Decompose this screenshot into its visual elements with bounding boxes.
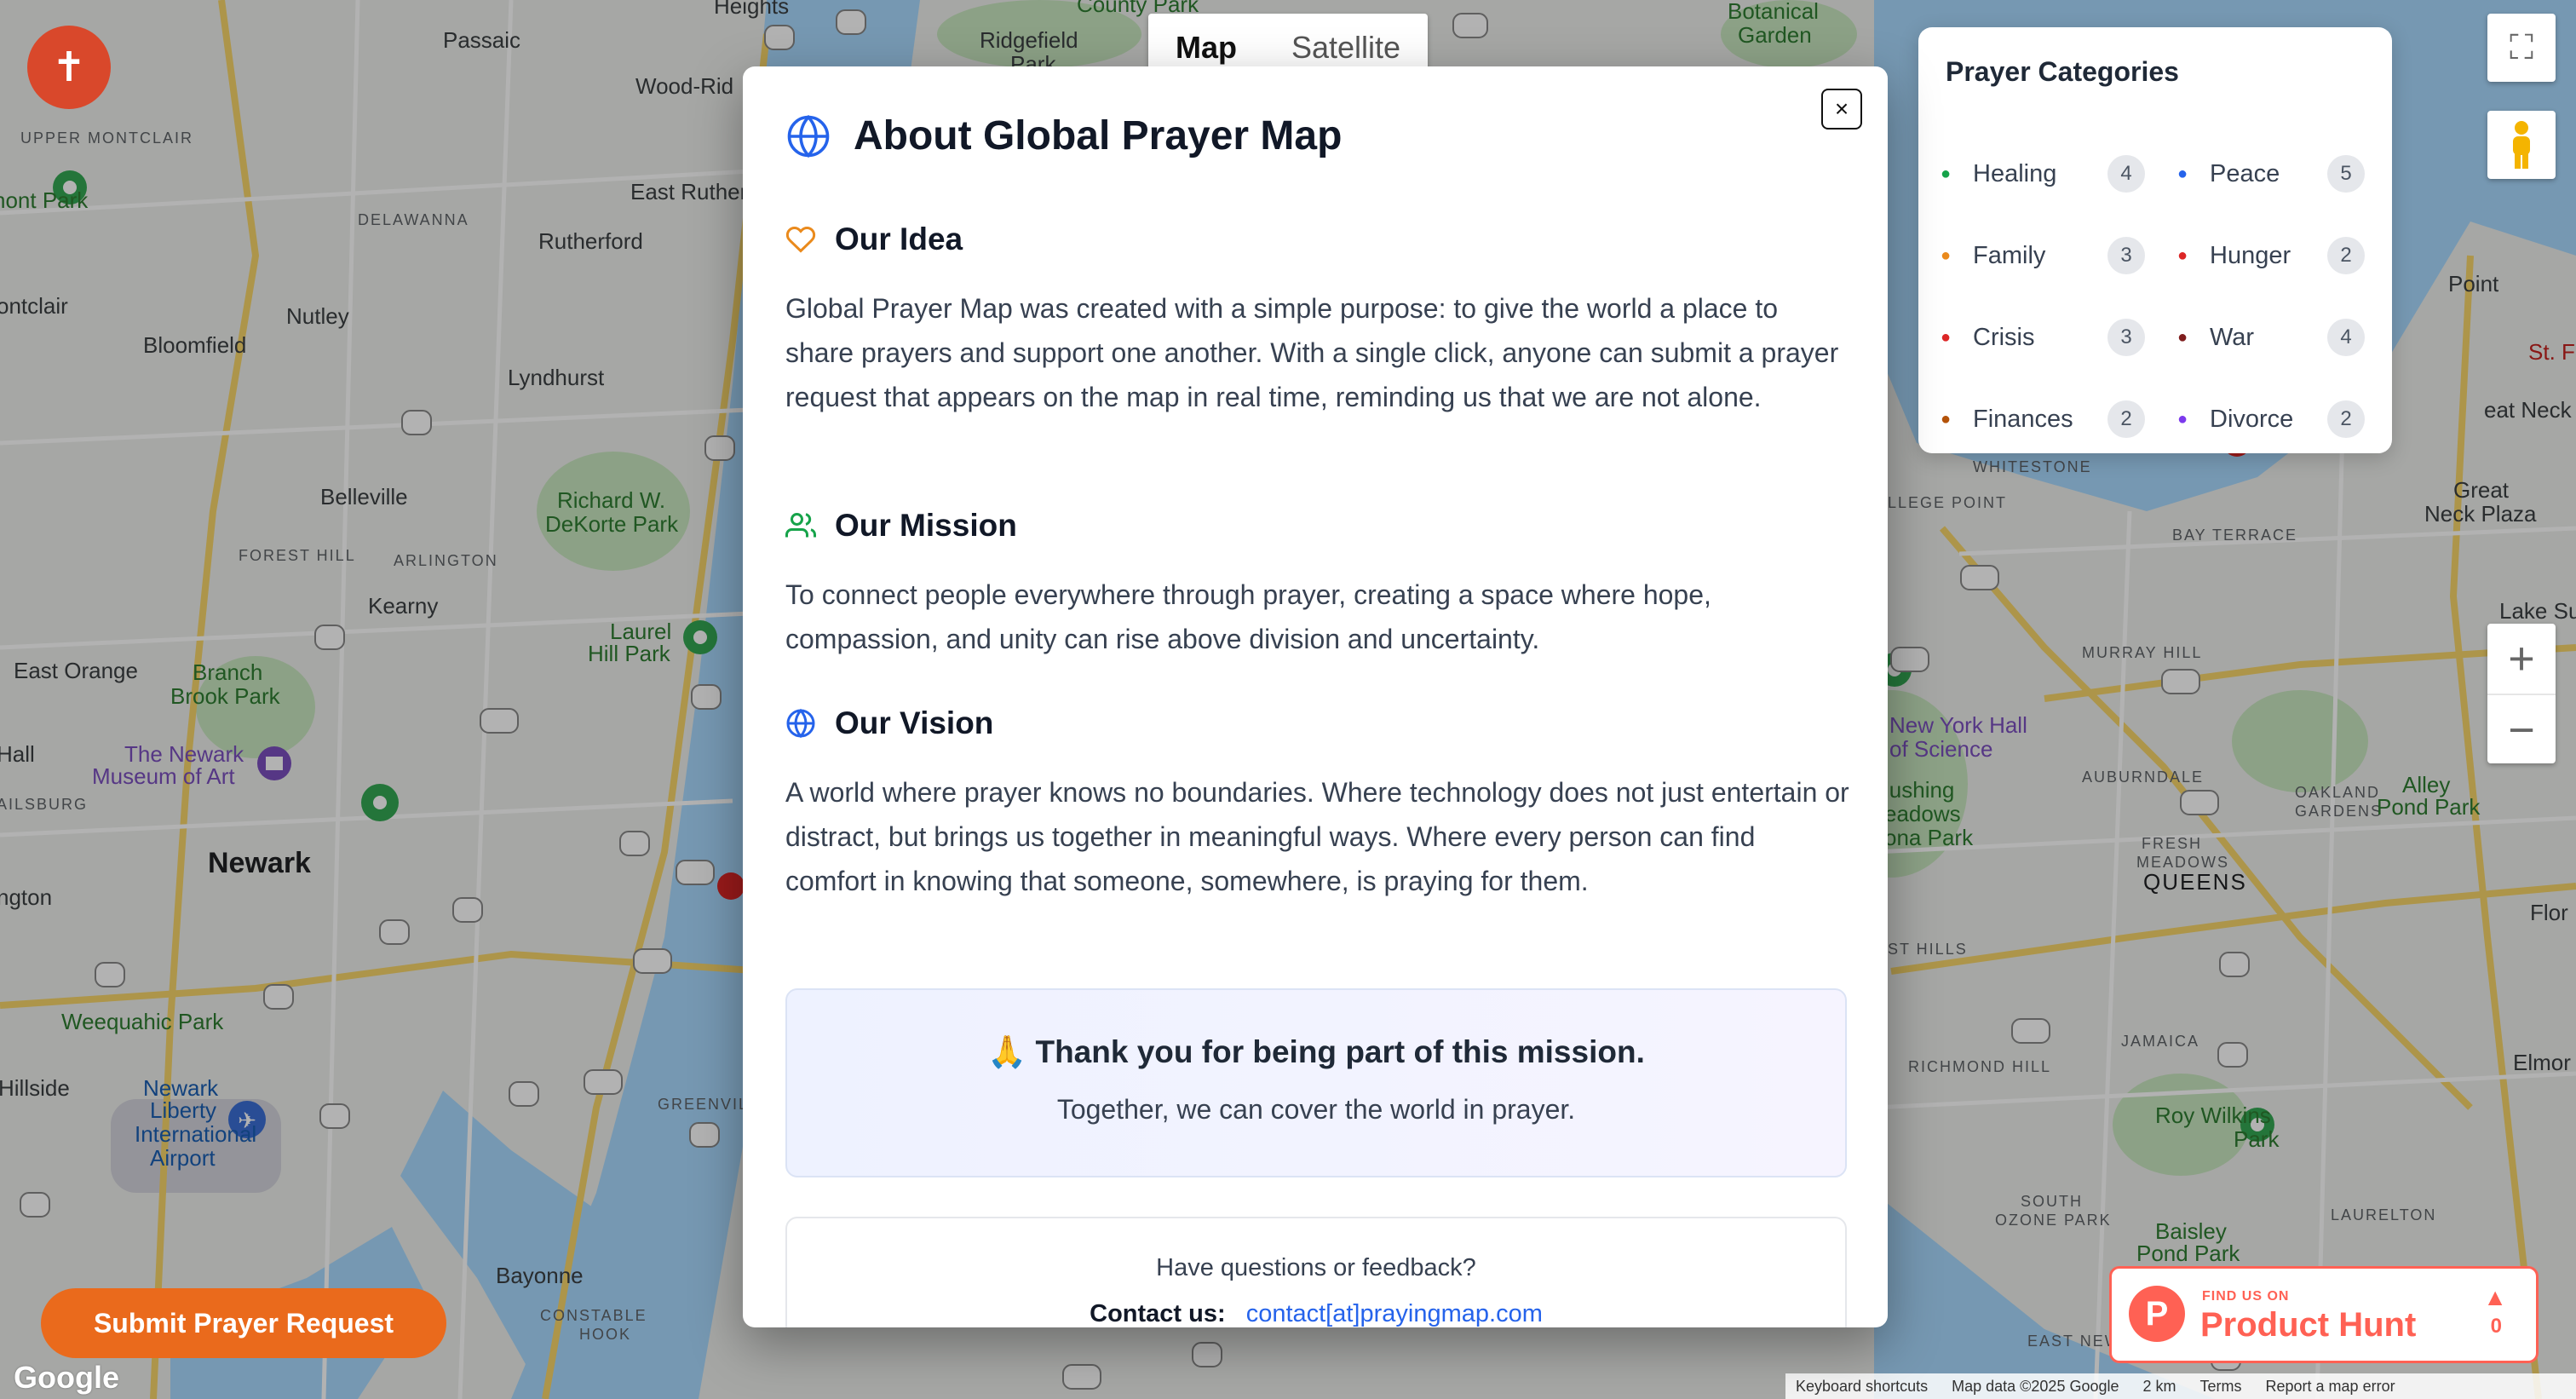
category-war[interactable]: ● War 4 [2155,312,2392,363]
pegman-icon [2513,121,2530,169]
praying-hands-icon: ● [1940,164,1952,183]
praying-hands-icon: ● [2176,164,2188,183]
category-healing[interactable]: ● Healing 4 [1918,148,2155,199]
praying-hands-icon: ● [1940,409,1952,429]
modal-title: About Global Prayer Map [854,113,1343,158]
category-family[interactable]: ● Family 3 [1918,230,2155,281]
product-hunt-badge[interactable]: P FIND US ON Product Hunt ▲ 0 [2109,1266,2539,1363]
category-count: 2 [2327,400,2365,438]
category-label: Crisis [1973,323,2035,351]
contact-label: Contact us: [1090,1300,1226,1327]
category-crisis[interactable]: ● Crisis 3 [1918,312,2155,363]
contact-email-link[interactable]: contact[at]prayingmap.com [1246,1300,1543,1327]
street-view-pegman[interactable] [2487,111,2556,179]
category-peace[interactable]: ● Peace 5 [2155,148,2392,199]
modal-header: About Global Prayer Map [785,112,1342,159]
category-count: 2 [2107,400,2145,438]
category-label: Peace [2210,159,2280,187]
map-scale[interactable]: 2 km [2143,1378,2176,1396]
section-title: Our Idea [835,222,963,256]
zoom-control: + − [2487,624,2556,763]
contact-line: Contact us: contact[at]prayingmap.com [787,1300,1845,1327]
users-icon [785,513,816,538]
close-icon: × [1834,95,1849,122]
section-body-mission: To connect people everywhere through pra… [785,579,1711,654]
category-divorce[interactable]: ● Divorce 2 [2155,394,2392,445]
submit-prayer-request-button[interactable]: Submit Prayer Request [41,1288,446,1358]
category-count: 4 [2107,155,2145,193]
praying-hands-icon: ● [2176,245,2188,265]
category-count: 3 [2107,237,2145,274]
category-count: 5 [2327,155,2365,193]
keyboard-shortcuts-link[interactable]: Keyboard shortcuts [1796,1378,1928,1396]
category-label: Finances [1973,405,2073,433]
section-heading-idea: Our Idea [785,222,963,257]
zoom-out-button[interactable]: − [2487,695,2556,765]
categories-title: Prayer Categories [1946,56,2179,87]
category-label: Family [1973,241,2046,269]
praying-hands-icon: ● [2176,327,2188,347]
terms-link[interactable]: Terms [2200,1378,2242,1396]
thank-you-subtext: Together, we can cover the world in pray… [1056,1094,1576,1125]
category-label: Hunger [2210,241,2291,269]
category-count: 2 [2327,237,2365,274]
praying-hands-icon: ● [2176,409,2188,429]
category-label: Healing [1973,159,2057,187]
about-modal: × About Global Prayer Map Our Idea Globa… [743,66,1888,1327]
section-title: Our Mission [835,508,1017,543]
thank-you-card: 🙏 Thank you for being part of this missi… [785,988,1847,1177]
praying-person-icon: ✝ [51,45,87,90]
report-map-error-link[interactable]: Report a map error [2266,1378,2395,1396]
category-finances[interactable]: ● Finances 2 [1918,394,2155,445]
praying-hands-icon: ● [1940,327,1952,347]
section-body-idea: Global Prayer Map was created with a sim… [785,293,1839,412]
category-label: Divorce [2210,405,2294,433]
category-label: War [2210,323,2255,351]
category-count: 4 [2327,319,2365,356]
upvote-count: 0 [2490,1315,2502,1338]
zoom-in-button[interactable]: + [2487,624,2556,695]
category-count: 3 [2107,319,2145,356]
section-title: Our Vision [835,705,994,740]
category-hunger[interactable]: ● Hunger 2 [2155,230,2392,281]
section-body-vision: A world where prayer knows no boundaries… [785,777,1849,896]
heart-icon [785,226,816,253]
section-heading-mission: Our Mission [785,508,1017,544]
product-hunt-tagline: FIND US ON [2202,1289,2290,1304]
fullscreen-button[interactable]: ⛶ [2487,14,2556,82]
product-hunt-name: Product Hunt [2200,1306,2417,1344]
app-logo-button[interactable]: ✝ [27,26,111,109]
fullscreen-icon: ⛶ [2510,28,2533,66]
prayer-categories-panel: Prayer Categories ● Healing 4 ● Peace 5 … [1918,27,2392,453]
map-data-attribution: Map data ©2025 Google [1952,1377,2119,1395]
praying-hands-icon: ● [1940,245,1952,265]
upvote-arrow-icon: ▲ [2483,1284,2507,1310]
thank-you-heading: 🙏 Thank you for being part of this missi… [987,1034,1645,1069]
map-footer: Keyboard shortcuts Map data ©2025 Google… [1785,1373,2576,1399]
section-heading-vision: Our Vision [785,705,993,741]
plus-icon: + [2508,633,2535,684]
google-logo: Google [14,1360,119,1395]
contact-card: Have questions or feedback? Contact us: … [785,1217,1847,1327]
minus-icon: − [2508,705,2535,756]
contact-question: Have questions or feedback? [1156,1254,1476,1281]
globe-icon [786,708,815,739]
product-hunt-logo-icon: P [2129,1286,2185,1342]
close-button[interactable]: × [1821,89,1862,130]
globe-icon [787,114,830,158]
